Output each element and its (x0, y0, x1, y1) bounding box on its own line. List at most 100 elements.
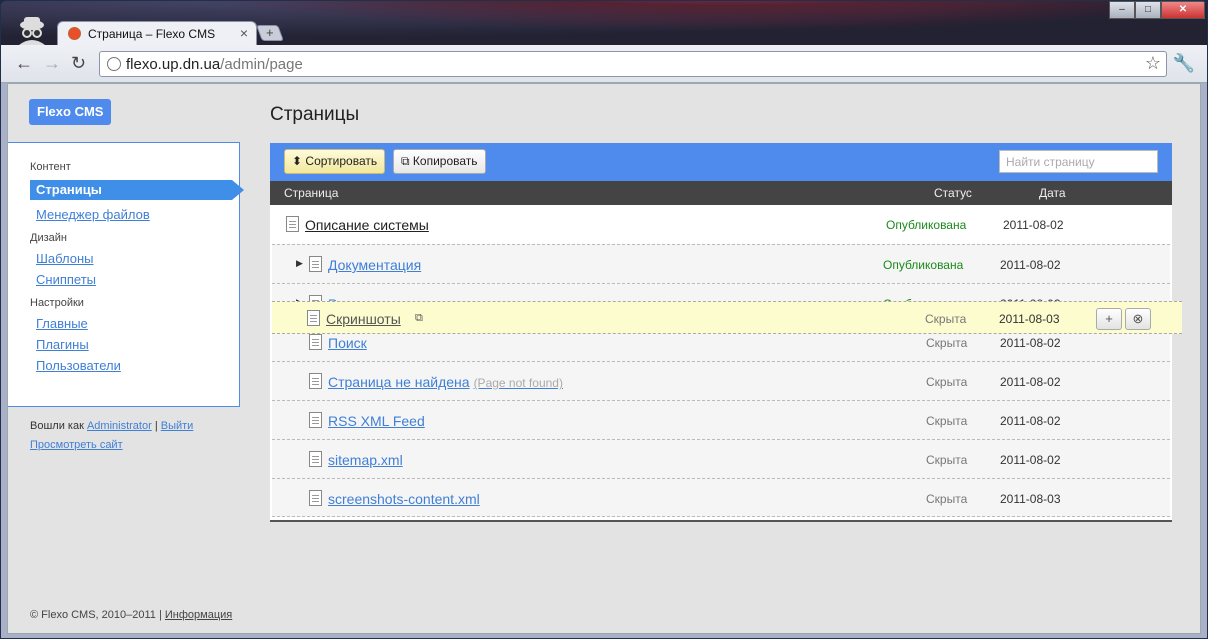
copy-icon: ⧉ (415, 312, 423, 324)
status-label: Скрыта (926, 414, 968, 428)
date-label: 2011-08-03 (999, 312, 1060, 326)
page-icon (309, 412, 322, 428)
bookmark-star-icon[interactable]: ☆ (1145, 53, 1161, 74)
date-label: 2011-08-02 (1000, 336, 1061, 350)
remove-button[interactable]: ⊗ (1125, 308, 1151, 330)
page-icon (309, 451, 322, 467)
page-icon (309, 256, 322, 272)
window-controls: – □ ✕ (1109, 1, 1205, 19)
status-label: Скрыта (926, 375, 968, 389)
status-label: Скрыта (926, 492, 968, 506)
separator: | (154, 420, 158, 432)
copyright: © Flexo CMS, 2010–2011 | (30, 609, 162, 621)
expand-arrow-icon[interactable]: ▶ (296, 258, 303, 269)
sidebar-item-snippets[interactable]: Сниппеты (36, 269, 239, 290)
status-label: Скрыта (925, 312, 967, 326)
maximize-button[interactable]: □ (1135, 1, 1161, 19)
sidebar-item-templates[interactable]: Шаблоны (36, 248, 239, 269)
tab-title: Страница – Flexo CMS (88, 27, 216, 41)
plus-icon: + (266, 25, 274, 40)
user-link[interactable]: Administrator (87, 420, 152, 432)
flexo-favicon-icon (68, 27, 81, 40)
forward-arrow-icon[interactable]: → (43, 54, 61, 72)
sort-arrows-icon: ⬍ (292, 154, 303, 168)
sidebar: Контент Страницы Менеджер файлов Дизайн … (8, 142, 244, 407)
session-info: Вошли как Administrator | Выйти Просмотр… (30, 417, 193, 455)
browser-window: Страница – Flexo CMS × + – □ ✕ ← → ↻ fle… (0, 0, 1208, 639)
page-link[interactable]: screenshots-content.xml (328, 491, 480, 507)
table-header: Страница Статус Дата (270, 181, 1172, 205)
address-bar[interactable]: flexo.up.dn.ua/admin/page ☆ (99, 51, 1167, 77)
browser-tab[interactable]: Страница – Flexo CMS × (57, 21, 257, 45)
url-text: flexo.up.dn.ua/admin/page (126, 56, 303, 73)
logout-link[interactable]: Выйти (161, 420, 194, 432)
sidebar-section-settings: Настройки (30, 297, 84, 309)
logo[interactable]: Flexo CMS (29, 99, 112, 125)
page-link[interactable]: RSS XML Feed (328, 413, 425, 429)
sidebar-item-users[interactable]: Пользователи (36, 355, 239, 376)
new-tab-button[interactable]: + (256, 25, 284, 41)
column-header-status[interactable]: Статус (934, 186, 972, 200)
back-arrow-icon[interactable]: ← (15, 54, 33, 72)
table-row[interactable]: sitemap.xml Скрыта 2011-08-02 (272, 439, 1170, 478)
date-label: 2011-08-02 (1000, 258, 1061, 272)
status-label: Опубликована (886, 218, 967, 232)
incognito-icon (19, 17, 45, 45)
actions-bar: ⬍ Сортировать ⧉ Копировать Найти страниц… (270, 143, 1172, 181)
minimize-button[interactable]: – (1109, 1, 1135, 19)
browser-toolbar: ← → ↻ flexo.up.dn.ua/admin/page ☆ 🔧 (1, 45, 1207, 83)
page-viewport: Flexo CMS Контент Страницы Менеджер файл… (7, 83, 1201, 634)
column-header-page[interactable]: Страница (284, 186, 338, 200)
view-site-link[interactable]: Просмотреть сайт (30, 439, 123, 451)
date-label: 2011-08-03 (1000, 492, 1061, 506)
reload-icon[interactable]: ↻ (71, 54, 86, 72)
table-row[interactable]: Страница не найдена (Page not found) Скры… (272, 361, 1170, 400)
info-link[interactable]: Информация (165, 609, 232, 621)
search-input[interactable]: Найти страницу (999, 150, 1158, 173)
sidebar-section-design: Дизайн (30, 232, 67, 244)
footer: © Flexo CMS, 2010–2011 | Информация (30, 609, 232, 621)
page-icon (309, 373, 322, 389)
sidebar-item-main[interactable]: Главные (36, 313, 239, 334)
page-icon (286, 216, 299, 232)
status-label: Опубликована (883, 258, 964, 272)
page-icon (309, 334, 322, 350)
title-bar: Страница – Flexo CMS × + – □ ✕ (1, 1, 1207, 45)
date-label: 2011-08-02 (1000, 414, 1061, 428)
column-header-date[interactable]: Дата (1039, 186, 1066, 200)
page-note: (Page not found) (473, 376, 563, 390)
wrench-icon[interactable]: 🔧 (1173, 53, 1195, 74)
page-link[interactable]: Описание системы (305, 217, 429, 233)
globe-icon (107, 57, 121, 71)
date-label: 2011-08-02 (1000, 453, 1061, 467)
sidebar-item-file-manager[interactable]: Менеджер файлов (36, 204, 239, 225)
page-icon (309, 490, 322, 506)
status-label: Скрыта (926, 336, 968, 350)
page-link[interactable]: Страница не найдена (Page not found) (328, 374, 563, 390)
sidebar-item-pages[interactable]: Страницы (30, 180, 244, 200)
dragging-row[interactable]: Скриншоты ⧉ Скрыта 2011-08-03 + ⊗ (272, 301, 1182, 334)
close-window-button[interactable]: ✕ (1161, 1, 1205, 19)
page-link[interactable]: Документация (328, 257, 421, 273)
page-title: Страницы (270, 104, 360, 125)
pages-panel: ⬍ Сортировать ⧉ Копировать Найти страниц… (270, 143, 1182, 522)
logged-as-label: Вошли как (30, 420, 84, 432)
table-row[interactable]: ▶ Документация Опубликована 2011-08-02 (272, 244, 1170, 283)
tab-close-icon[interactable]: × (240, 25, 248, 41)
table-body: Описание системы Опубликована 2011-08-02… (270, 205, 1182, 520)
copy-button[interactable]: ⧉ Копировать (393, 149, 486, 174)
date-label: 2011-08-02 (1000, 375, 1061, 389)
page-link[interactable]: sitemap.xml (328, 452, 403, 468)
table-row[interactable]: screenshots-content.xml Скрыта 2011-08-0… (272, 478, 1170, 517)
table-row[interactable]: Описание системы Опубликована 2011-08-02 (270, 205, 1172, 244)
status-label: Скрыта (926, 453, 968, 467)
sort-button[interactable]: ⬍ Сортировать (284, 149, 386, 174)
sidebar-item-plugins[interactable]: Плагины (36, 334, 239, 355)
table-row[interactable]: RSS XML Feed Скрыта 2011-08-02 (272, 400, 1170, 439)
page-link[interactable]: Поиск (328, 335, 367, 351)
page-link[interactable]: Скриншоты (326, 311, 401, 327)
sidebar-section-content: Контент (30, 161, 71, 173)
copy-icon: ⧉ (401, 154, 410, 168)
date-label: 2011-08-02 (1003, 218, 1064, 232)
add-child-button[interactable]: + (1096, 308, 1122, 330)
